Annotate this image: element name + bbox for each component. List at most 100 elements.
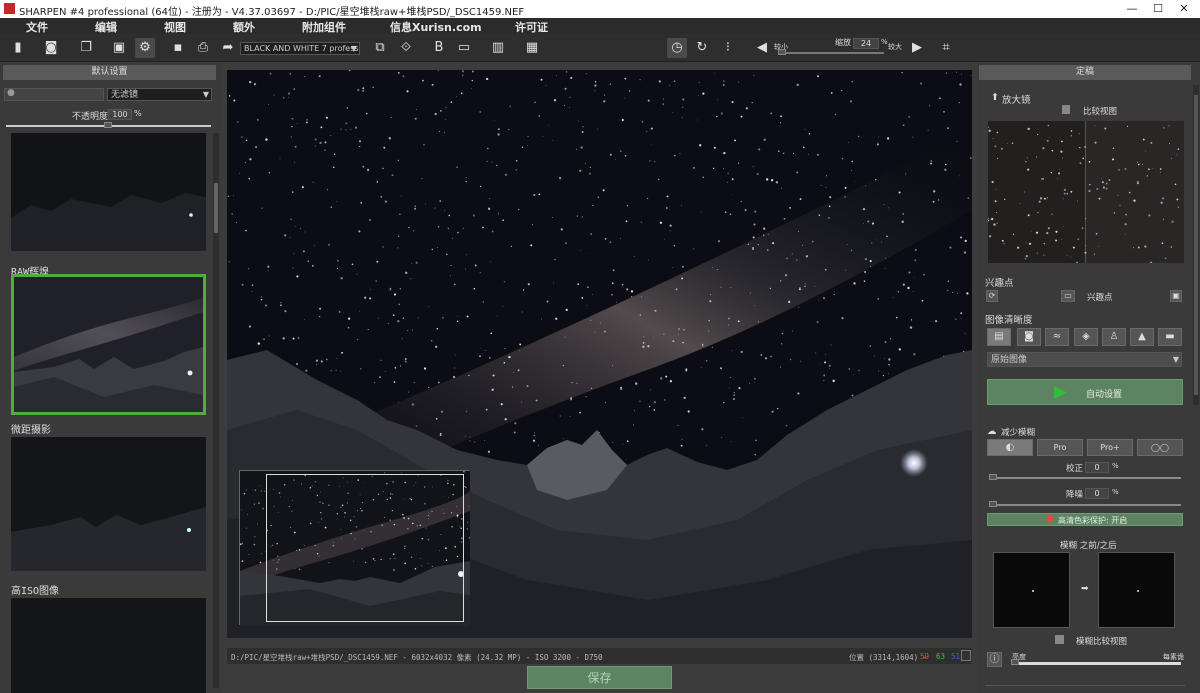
star-dot <box>791 330 793 332</box>
menu-license[interactable]: 许可证 <box>515 19 548 35</box>
menu-file[interactable]: 文件 <box>26 19 48 35</box>
timer-icon[interactable]: ◷ <box>667 38 687 58</box>
blur-mode-lens[interactable]: ◯◯ <box>1137 439 1183 456</box>
star-dot <box>462 227 464 229</box>
preset-thumbnail-default[interactable] <box>11 133 206 251</box>
print-icon[interactable]: ⎙ <box>193 38 213 58</box>
menu-edit[interactable]: 编辑 <box>95 19 117 35</box>
menu-addons[interactable]: 附加组件 <box>302 19 346 35</box>
image-canvas[interactable] <box>227 70 972 638</box>
noise-value[interactable]: 0 <box>1085 488 1109 499</box>
preset-scrollbar-thumb[interactable] <box>214 183 218 233</box>
star-dot <box>330 135 332 136</box>
finalize-header-button[interactable]: 定稿 <box>979 65 1191 80</box>
brightness-slider[interactable] <box>1011 662 1181 665</box>
star-dot <box>612 269 615 272</box>
compare-checkbox[interactable] <box>1062 105 1070 114</box>
document-icon[interactable]: ▤ <box>987 328 1011 346</box>
new-file-icon[interactable]: ▮ <box>8 38 28 58</box>
save-button[interactable]: 保存 <box>527 666 672 689</box>
zoom-slider-knob[interactable] <box>778 49 786 55</box>
opacity-slider-knob[interactable] <box>104 122 112 128</box>
star-dot <box>304 231 306 233</box>
menu-info[interactable]: 信息Xurisn.com <box>390 19 482 35</box>
star-dot <box>712 167 715 170</box>
filter-select[interactable]: 无滤镜 ▼ <box>107 88 212 101</box>
plugin-select[interactable]: BLACK AND WHITE 7 professional ▼ <box>240 42 360 55</box>
star-dot <box>1058 169 1060 171</box>
menu-extra[interactable]: 额外 <box>233 19 255 35</box>
star-dot <box>858 369 860 372</box>
mountain-icon[interactable]: ▲ <box>1130 328 1154 346</box>
right-scrollbar[interactable] <box>1193 85 1199 405</box>
crop-icon[interactable]: ⌗ <box>936 38 956 58</box>
brightness-slider-knob[interactable] <box>1011 659 1019 665</box>
preset-thumbnail-raw[interactable] <box>11 274 206 415</box>
star-dot <box>716 116 718 118</box>
auto-settings-button[interactable]: ▶ 自动设置 <box>987 379 1183 405</box>
image-list-icon[interactable]: ◙ <box>41 38 61 58</box>
correction-slider[interactable] <box>989 477 1181 479</box>
blur-mode-pro[interactable]: Pro <box>1037 439 1083 456</box>
star-dot <box>452 375 456 379</box>
right-scrollbar-thumb[interactable] <box>1194 95 1198 395</box>
star-dot <box>692 166 695 169</box>
preset-thumbnail-macro[interactable] <box>11 437 206 571</box>
person-icon[interactable]: ♙ <box>1102 328 1126 346</box>
raw-icon[interactable]: ▣ <box>109 38 129 58</box>
star-dot <box>450 264 452 267</box>
export-b-icon[interactable]: B <box>429 38 449 58</box>
gallery-icon[interactable]: ▭ <box>454 38 474 58</box>
plugin-icon-b[interactable]: ⟐ <box>396 38 416 58</box>
waves-icon[interactable]: ≈ <box>1045 328 1069 346</box>
save-icon[interactable]: ▪ <box>168 38 188 58</box>
zoom-in-icon[interactable]: ▶ <box>907 38 927 58</box>
blur-mode-pro-plus[interactable]: Pro+ <box>1087 439 1133 456</box>
image-type-select[interactable]: 原始图像 ▼ <box>987 352 1182 367</box>
color-protect-button[interactable]: ● 高清色彩保护: 开启 <box>987 513 1183 526</box>
star-dot <box>663 333 665 336</box>
share-icon[interactable]: ➦ <box>218 38 238 58</box>
navigator-preview[interactable] <box>239 470 471 626</box>
noise-slider-knob[interactable] <box>989 501 997 507</box>
settings-gear-icon[interactable]: ⚙ <box>135 38 155 58</box>
poi-export-icon[interactable]: ▣ <box>1170 290 1182 302</box>
menu-view[interactable]: 视图 <box>164 19 186 35</box>
camera-icon[interactable]: ◙ <box>1017 328 1041 346</box>
star-dot <box>1136 161 1139 163</box>
navigator-viewport[interactable] <box>266 474 464 622</box>
star-dot <box>450 275 451 277</box>
close-button[interactable]: ✕ <box>1164 0 1200 18</box>
preset-scrollbar[interactable] <box>213 133 219 688</box>
gem-icon[interactable]: ◈ <box>1074 328 1098 346</box>
blur-compare-checkbox[interactable] <box>1055 635 1064 644</box>
plugin-icon-a[interactable]: ⧉ <box>370 38 390 58</box>
grid-view-icon[interactable]: ▦ <box>522 38 542 58</box>
rotate-icon[interactable]: ↻ <box>692 38 712 58</box>
zoom-slider[interactable] <box>778 52 884 54</box>
correction-value[interactable]: 0 <box>1085 462 1109 473</box>
zoom-value[interactable]: 24 <box>853 38 879 49</box>
magnifier-preview[interactable] <box>988 121 1184 263</box>
landscape-icon[interactable]: ▬ <box>1158 328 1182 346</box>
filter-search-input[interactable]: ● <box>4 88 104 101</box>
poi-add-icon[interactable]: ⟳ <box>986 290 998 302</box>
correction-slider-knob[interactable] <box>989 474 997 480</box>
info-toggle-icon[interactable]: ⓘ <box>987 652 1002 667</box>
star-dot <box>466 528 468 530</box>
poi-icon[interactable]: ▭ <box>1061 290 1075 302</box>
preset-thumbnail-high-iso[interactable] <box>11 598 206 693</box>
star-dot <box>731 101 734 104</box>
preset-header-button[interactable]: 默认设置 <box>3 65 216 80</box>
info-icon[interactable]: ⁝ <box>718 38 738 58</box>
star-dot <box>702 92 705 95</box>
star-dot <box>532 224 533 226</box>
star-dot <box>461 70 465 73</box>
blur-mode-basic[interactable]: ◐ <box>987 439 1033 456</box>
blur-after-preview <box>1098 552 1175 628</box>
columns-icon[interactable]: ▥ <box>488 38 508 58</box>
zoom-out-icon[interactable]: ◀ <box>752 38 772 58</box>
opacity-value[interactable]: 100 <box>108 109 132 120</box>
copy-icon[interactable]: ❐ <box>76 38 96 58</box>
noise-slider[interactable] <box>989 504 1181 506</box>
